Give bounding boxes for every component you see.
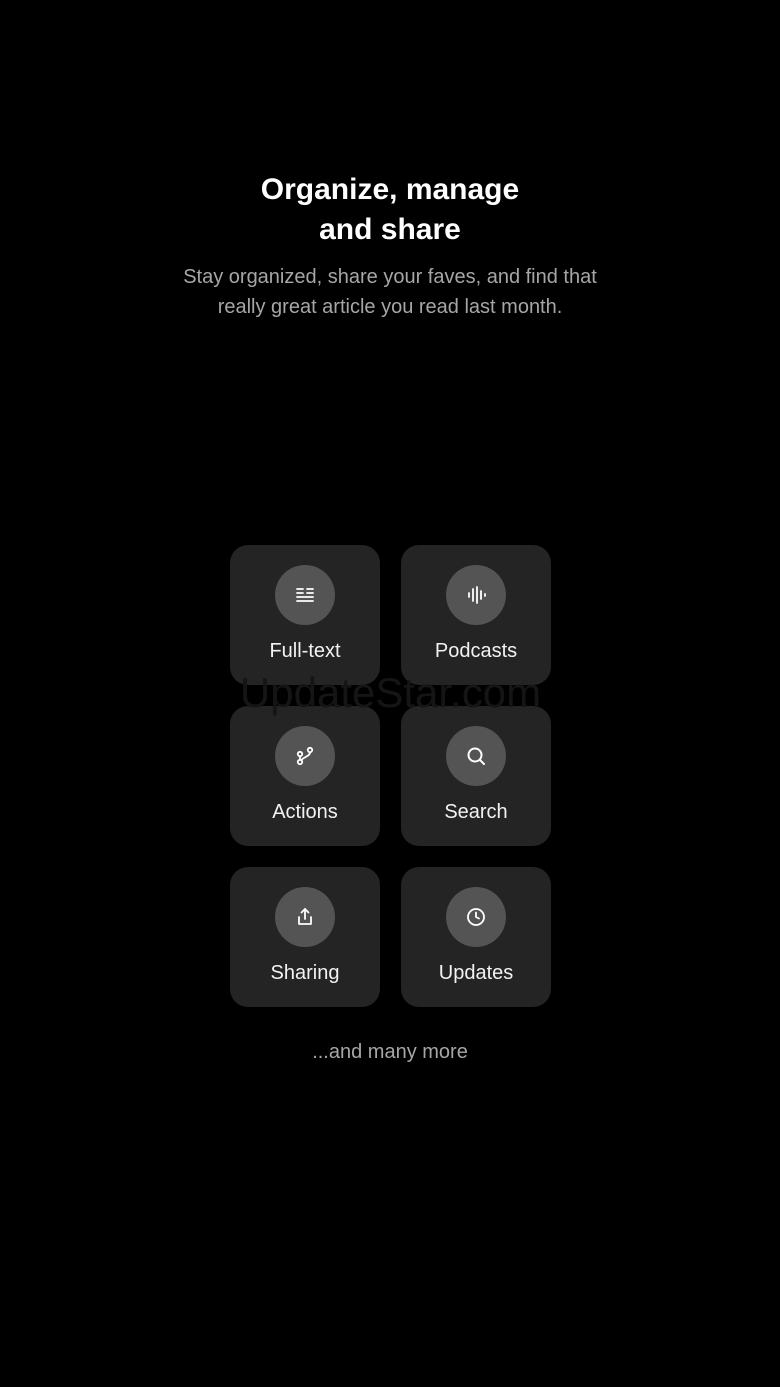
page-title: Organize, manage and share <box>0 170 780 250</box>
feature-label: Updates <box>438 962 514 984</box>
feature-tile-search[interactable]: Search <box>401 706 551 846</box>
feature-label: Actions <box>272 801 338 823</box>
git-branch-icon <box>275 726 335 786</box>
page-title-line-1: Organize, manage <box>260 173 520 206</box>
page-subtitle: Stay organized, share your faves, and fi… <box>0 262 780 322</box>
feature-tile-actions[interactable]: Actions <box>230 706 380 846</box>
search-icon <box>446 726 506 786</box>
more-features-text: ...and many more <box>312 1041 468 1063</box>
feature-label: Sharing <box>270 962 340 984</box>
feature-tile-updates[interactable]: Updates <box>401 867 551 1007</box>
page-title-line-2: and share <box>319 213 461 246</box>
feature-label: Podcasts <box>434 640 518 662</box>
feature-tile-full-text[interactable]: Full-text <box>230 545 380 685</box>
full-text-icon <box>275 565 335 625</box>
audio-waveform-icon <box>446 565 506 625</box>
feature-tile-sharing[interactable]: Sharing <box>230 867 380 1007</box>
feature-tile-podcasts[interactable]: Podcasts <box>401 545 551 685</box>
clock-icon <box>446 887 506 947</box>
page-subtitle-line-2: really great article you read last month… <box>217 296 563 318</box>
feature-grid: Full-text Podcasts Actions Search Sharin… <box>230 545 551 1007</box>
share-upload-icon <box>275 887 335 947</box>
page-subtitle-line-1: Stay organized, share your faves, and fi… <box>183 266 597 288</box>
feature-label: Search <box>444 801 508 823</box>
feature-label: Full-text <box>269 640 341 662</box>
